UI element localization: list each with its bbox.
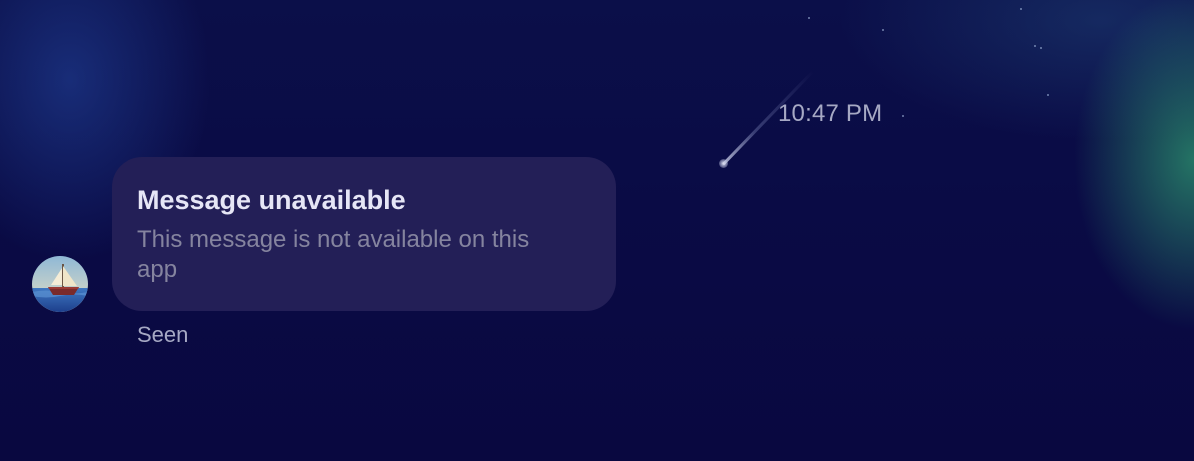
star bbox=[902, 115, 904, 117]
read-receipt: Seen bbox=[137, 322, 189, 347]
star bbox=[1034, 45, 1036, 47]
star bbox=[1040, 47, 1042, 49]
sailboat-avatar-icon[interactable] bbox=[32, 256, 88, 312]
message-body: This message is not available on this ap… bbox=[137, 226, 530, 283]
star bbox=[1020, 8, 1022, 10]
message-title: Message unavailable bbox=[137, 185, 406, 215]
star bbox=[1047, 94, 1049, 96]
star bbox=[882, 29, 884, 31]
star bbox=[808, 17, 810, 19]
shooting-star bbox=[719, 159, 728, 168]
message-timestamp: 10:47 PM bbox=[778, 100, 883, 127]
message-bubble[interactable]: Message unavailable This message is not … bbox=[112, 157, 616, 311]
